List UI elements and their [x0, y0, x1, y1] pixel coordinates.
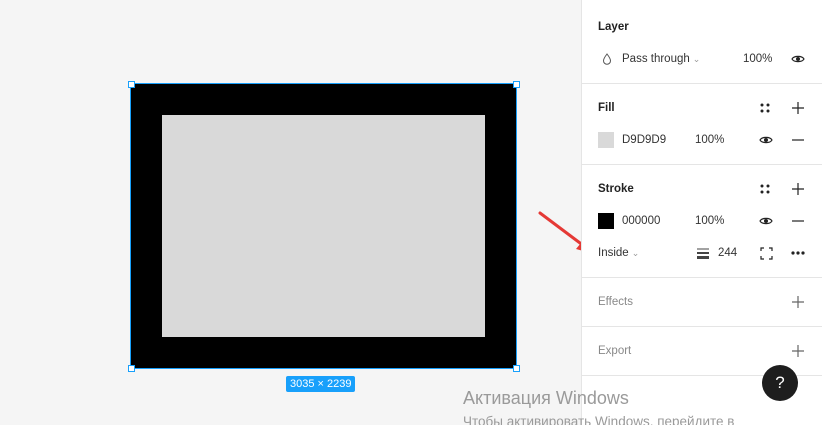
stroke-hex-input[interactable]: 000000: [622, 215, 660, 227]
properties-panel: Layer Pass through ⌄ 100% Fill D9D9D9 100…: [581, 0, 822, 425]
resize-handle-top-right[interactable]: [513, 81, 520, 88]
eye-icon[interactable]: [790, 51, 806, 67]
fill-section: Fill D9D9D9 100%: [582, 84, 822, 165]
minus-icon[interactable]: [790, 132, 806, 148]
stroke-position-dropdown[interactable]: Inside ⌄: [598, 247, 639, 259]
stroke-color-swatch[interactable]: [598, 213, 614, 229]
fill-hex-input[interactable]: D9D9D9: [622, 134, 666, 146]
stroke-opacity-input[interactable]: 100%: [695, 215, 724, 227]
selected-frame[interactable]: [130, 83, 517, 369]
drop-icon: [599, 51, 615, 67]
watermark-title: Активация Windows: [463, 388, 629, 408]
plus-icon[interactable]: [790, 100, 806, 116]
dimension-label: 3035 × 2239: [286, 376, 356, 392]
export-title: Export: [598, 345, 632, 357]
chevron-down-icon: ⌄: [692, 54, 701, 64]
stroke-weight-icon: [695, 245, 711, 261]
stroke-position-label: Inside: [598, 247, 629, 259]
watermark-subtitle: Чтобы активировать Windows, перейдите в: [463, 414, 735, 425]
stroke-title: Stroke: [598, 183, 634, 195]
fill-color-swatch[interactable]: [598, 132, 614, 148]
layer-section: Layer Pass through ⌄ 100%: [582, 0, 822, 84]
resize-handle-top-left[interactable]: [128, 81, 135, 88]
minus-icon[interactable]: [790, 213, 806, 229]
effects-title: Effects: [598, 296, 633, 308]
plus-icon[interactable]: [790, 294, 806, 310]
layer-title: Layer: [598, 21, 629, 33]
chevron-down-icon: ⌄: [631, 248, 640, 258]
stroke-weight-input[interactable]: 244: [718, 247, 737, 259]
blend-mode-label: Pass through: [622, 53, 690, 65]
canvas[interactable]: 3035 × 2239: [0, 0, 581, 425]
layer-opacity-input[interactable]: 100%: [743, 53, 772, 65]
more-icon[interactable]: [790, 245, 806, 261]
resize-handle-bottom-right[interactable]: [513, 365, 520, 372]
four-dots-icon[interactable]: [757, 181, 773, 197]
plus-icon[interactable]: [790, 181, 806, 197]
four-dots-icon[interactable]: [757, 100, 773, 116]
eye-icon[interactable]: [758, 213, 774, 229]
stroke-sides-icon[interactable]: [758, 245, 774, 261]
resize-handle-bottom-left[interactable]: [128, 365, 135, 372]
blend-mode-dropdown[interactable]: Pass through ⌄: [622, 53, 700, 65]
frame-fill-area: [162, 115, 485, 337]
windows-activation-watermark: Активация Windows Чтобы активировать Win…: [463, 388, 734, 425]
fill-title: Fill: [598, 102, 615, 114]
plus-icon[interactable]: [790, 343, 806, 359]
eye-icon[interactable]: [758, 132, 774, 148]
stroke-section: Stroke 000000 100% Inside ⌄ 244: [582, 165, 822, 278]
help-button[interactable]: ?: [762, 365, 798, 401]
effects-section: Effects: [582, 278, 822, 327]
fill-opacity-input[interactable]: 100%: [695, 134, 724, 146]
